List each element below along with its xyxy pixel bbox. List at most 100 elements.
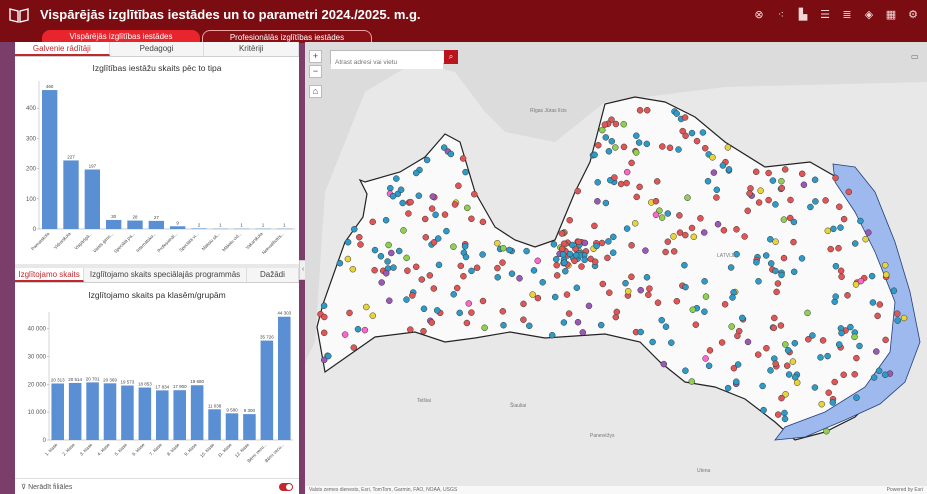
school-marker[interactable]: [666, 144, 674, 152]
school-marker[interactable]: [506, 246, 513, 254]
school-marker[interactable]: [658, 214, 666, 221]
school-marker[interactable]: [609, 249, 617, 256]
school-marker[interactable]: [620, 143, 628, 151]
school-marker[interactable]: [562, 267, 569, 275]
school-marker[interactable]: [713, 194, 720, 201]
school-marker[interactable]: [831, 378, 838, 386]
chart2-bar[interactable]: [121, 385, 134, 440]
legend-icon[interactable]: ≣: [839, 7, 855, 23]
school-marker[interactable]: [780, 216, 788, 223]
chart1-bar[interactable]: [63, 160, 79, 229]
school-marker[interactable]: [550, 241, 558, 248]
grid-icon[interactable]: ▦: [883, 7, 899, 23]
school-marker[interactable]: [628, 273, 635, 281]
clear-filter-icon[interactable]: ⊗: [751, 7, 767, 23]
school-marker[interactable]: [752, 168, 760, 176]
school-marker[interactable]: [755, 199, 763, 206]
chart1-bar[interactable]: [105, 219, 122, 229]
school-marker[interactable]: [772, 267, 779, 275]
school-marker[interactable]: [530, 267, 538, 274]
school-marker[interactable]: [429, 193, 437, 200]
school-marker[interactable]: [578, 263, 585, 270]
school-marker[interactable]: [574, 318, 582, 326]
school-marker[interactable]: [605, 148, 613, 155]
school-marker[interactable]: [746, 190, 753, 197]
school-marker[interactable]: [840, 371, 847, 379]
school-marker[interactable]: [790, 238, 797, 246]
school-marker[interactable]: [819, 337, 827, 344]
tab-teachers[interactable]: Pedagogi: [109, 42, 205, 56]
school-marker[interactable]: [670, 248, 678, 255]
school-marker[interactable]: [765, 169, 772, 177]
chart2-bar[interactable]: [103, 383, 117, 440]
school-marker[interactable]: [778, 177, 785, 185]
school-marker[interactable]: [494, 264, 501, 272]
school-marker[interactable]: [770, 324, 778, 332]
school-marker[interactable]: [346, 309, 353, 317]
school-marker[interactable]: [822, 197, 829, 204]
school-marker[interactable]: [415, 192, 423, 199]
school-marker[interactable]: [781, 415, 789, 423]
school-marker[interactable]: [594, 179, 601, 186]
school-marker[interactable]: [382, 270, 390, 277]
school-marker[interactable]: [684, 194, 691, 201]
school-marker[interactable]: [608, 138, 616, 145]
school-marker[interactable]: [565, 310, 573, 317]
school-marker[interactable]: [593, 242, 600, 250]
school-marker[interactable]: [778, 271, 785, 279]
school-marker[interactable]: [881, 261, 889, 269]
school-marker[interactable]: [575, 238, 582, 246]
school-marker[interactable]: [566, 250, 574, 258]
school-marker[interactable]: [598, 239, 606, 247]
school-marker[interactable]: [420, 327, 427, 335]
school-marker[interactable]: [664, 238, 672, 245]
school-marker[interactable]: [356, 233, 363, 241]
school-marker[interactable]: [422, 234, 430, 241]
school-marker[interactable]: [407, 198, 414, 206]
school-marker[interactable]: [773, 288, 780, 296]
school-marker[interactable]: [857, 277, 865, 285]
school-marker[interactable]: [591, 151, 598, 159]
school-marker[interactable]: [363, 303, 370, 311]
school-marker[interactable]: [664, 210, 672, 217]
school-marker[interactable]: [426, 272, 434, 279]
school-marker[interactable]: [561, 259, 568, 266]
school-marker[interactable]: [777, 322, 785, 329]
school-marker[interactable]: [628, 159, 635, 167]
school-marker[interactable]: [840, 215, 848, 223]
school-marker[interactable]: [573, 284, 581, 292]
school-marker[interactable]: [791, 374, 799, 381]
school-marker[interactable]: [787, 196, 794, 204]
school-marker[interactable]: [325, 352, 332, 360]
school-marker[interactable]: [468, 215, 475, 223]
school-marker[interactable]: [681, 114, 689, 121]
tab-misc[interactable]: Dažādi: [246, 268, 299, 282]
school-marker[interactable]: [800, 181, 808, 189]
school-marker[interactable]: [857, 217, 864, 225]
school-marker[interactable]: [563, 291, 571, 298]
school-marker[interactable]: [479, 218, 487, 226]
school-marker[interactable]: [435, 261, 443, 269]
school-marker[interactable]: [597, 321, 605, 329]
school-marker[interactable]: [755, 278, 762, 285]
school-marker[interactable]: [581, 239, 589, 247]
school-marker[interactable]: [835, 244, 842, 252]
school-marker[interactable]: [679, 127, 686, 135]
school-marker[interactable]: [765, 196, 772, 204]
school-marker[interactable]: [421, 215, 429, 223]
school-marker[interactable]: [499, 308, 507, 315]
school-marker[interactable]: [882, 336, 889, 344]
school-marker[interactable]: [558, 230, 566, 237]
school-marker[interactable]: [371, 246, 379, 254]
school-marker[interactable]: [428, 319, 436, 326]
school-marker[interactable]: [643, 140, 651, 148]
school-marker[interactable]: [688, 129, 696, 137]
school-marker[interactable]: [457, 262, 465, 270]
school-marker[interactable]: [700, 229, 708, 236]
school-marker[interactable]: [433, 307, 441, 314]
school-marker[interactable]: [811, 384, 819, 391]
school-marker[interactable]: [553, 272, 561, 279]
school-marker[interactable]: [558, 245, 566, 253]
school-marker[interactable]: [388, 249, 395, 257]
school-marker[interactable]: [399, 199, 406, 207]
